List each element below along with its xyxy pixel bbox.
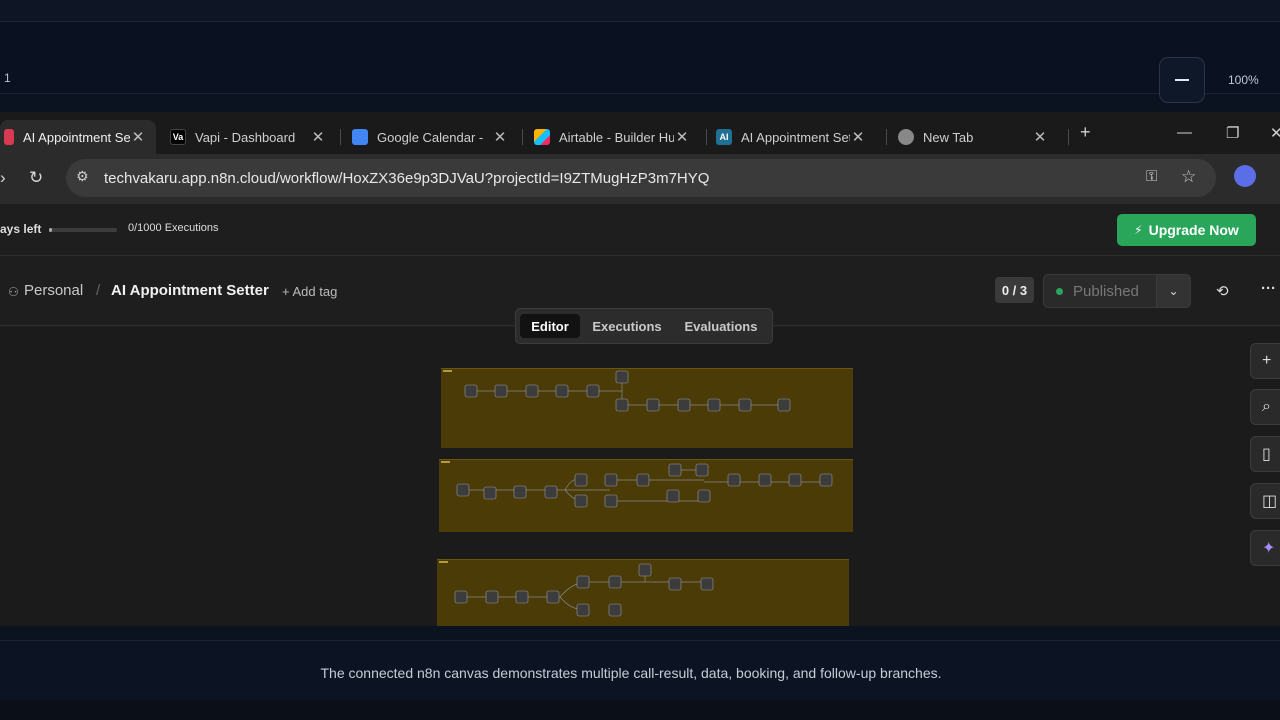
tab-vapi-dashboard[interactable]: Va Vapi - Dashboard ✕ <box>170 120 336 154</box>
close-icon[interactable]: ✕ <box>492 128 508 146</box>
tab-separator <box>522 129 523 145</box>
history-icon[interactable]: ⟲ <box>1216 282 1229 300</box>
tab-title: Vapi - Dashboard <box>195 129 296 145</box>
close-icon[interactable]: ✕ <box>1032 128 1048 146</box>
caption-bar: The connected n8n canvas demonstrates mu… <box>0 640 1280 700</box>
workflow-nodes[interactable] <box>0 327 1280 626</box>
tab-separator <box>886 129 887 145</box>
upgrade-now-button[interactable]: ⚡ Upgrade Now <box>1117 214 1256 246</box>
view-tabs: Editor Executions Evaluations <box>515 308 773 344</box>
add-tag-button[interactable]: + Add tag <box>282 284 337 299</box>
status-dot <box>1056 287 1063 295</box>
new-tab-plus-icon[interactable]: + <box>1080 122 1091 143</box>
tab-new-tab[interactable]: New Tab ✕ <box>898 120 1058 154</box>
trial-progress-fill <box>49 228 53 232</box>
tab-separator <box>340 129 341 145</box>
zoom-level: 100% <box>1228 73 1259 87</box>
chrome-icon <box>898 129 914 145</box>
window-close-icon[interactable]: ✕ <box>1270 124 1280 142</box>
tab-title: AI Appointment Setter <box>741 129 850 145</box>
more-options-icon[interactable]: ··· <box>1261 280 1276 297</box>
trial-days-left: ays left <box>0 222 42 236</box>
close-icon[interactable]: ✕ <box>674 128 690 146</box>
chevron-down-icon[interactable]: ⌄ <box>1156 274 1191 308</box>
close-icon[interactable]: ✕ <box>130 128 146 146</box>
search-icon[interactable]: ⌕ <box>1250 389 1280 425</box>
n8n-icon <box>4 129 14 145</box>
tab-evaluations[interactable]: Evaluations <box>676 314 766 338</box>
executions-count: 0/1000 Executions <box>128 222 219 234</box>
workflow-canvas[interactable]: + ⌕ ▯ ◫ ✦ <box>0 327 1280 626</box>
tab-airtable[interactable]: Airtable - Builder Hub ✕ <box>534 120 700 154</box>
breadcrumb-project[interactable]: Personal <box>24 282 83 299</box>
tab-ai-appointment-setter-2[interactable]: AI AI Appointment Setter ✕ <box>716 120 876 154</box>
tab-title: Google Calendar - <box>377 129 484 145</box>
user-icon: ⚇ <box>8 285 19 299</box>
zoom-out-button[interactable] <box>1159 57 1205 103</box>
profile-avatar[interactable] <box>1234 165 1256 187</box>
address-bar[interactable]: ⚙ techvakaru.app.n8n.cloud/workflow/HoxZ… <box>66 159 1216 197</box>
upgrade-label: Upgrade Now <box>1148 222 1239 238</box>
tab-ai-appointment-setter[interactable]: AI Appointment Setter ✕ <box>0 120 156 154</box>
tab-editor[interactable]: Editor <box>520 314 580 338</box>
tab-title: New Tab <box>923 129 974 145</box>
tab-separator <box>1068 129 1069 145</box>
caption-text: The connected n8n canvas demonstrates mu… <box>320 665 942 681</box>
plus-icon[interactable]: + <box>1250 343 1280 379</box>
airtable-icon <box>534 129 550 145</box>
breadcrumb-separator: / <box>96 282 101 299</box>
password-key-icon[interactable]: ⚿ <box>1146 168 1157 185</box>
bottom-strip <box>0 700 1280 720</box>
minimize-icon[interactable]: — <box>1177 124 1192 141</box>
reload-icon[interactable]: ↻ <box>29 168 43 188</box>
tab-title: Airtable - Builder Hub <box>559 129 674 145</box>
bookmark-star-icon[interactable]: ☆ <box>1181 167 1196 187</box>
panel-icon[interactable]: ◫ <box>1250 483 1280 519</box>
trial-bar: ays left 0/1000 Executions ⚡ Upgrade Now <box>0 204 1280 256</box>
presentation-toolbar: 1 100% <box>0 22 1280 103</box>
lightning-icon: ⚡ <box>1134 223 1143 237</box>
tab-strip: AI Appointment Setter ✕ Va Vapi - Dashbo… <box>0 112 1280 154</box>
close-icon[interactable]: ✕ <box>310 128 326 146</box>
browser-window: AI Appointment Setter ✕ Va Vapi - Dashbo… <box>0 112 1280 626</box>
forward-icon[interactable]: › <box>0 168 6 188</box>
sticky-note-icon[interactable]: ▯ <box>1250 436 1280 472</box>
vapi-icon: Va <box>170 129 186 145</box>
tab-title: AI Appointment Setter <box>23 129 130 145</box>
page-number: 1 <box>4 71 11 85</box>
ai-icon: AI <box>716 129 732 145</box>
close-icon[interactable]: ✕ <box>850 128 866 146</box>
workflow-name[interactable]: AI Appointment Setter <box>111 282 269 299</box>
trial-progress-bar <box>49 228 117 232</box>
url-text[interactable]: techvakaru.app.n8n.cloud/workflow/HoxZX3… <box>104 170 709 187</box>
publish-label: Published <box>1073 282 1139 300</box>
tab-google-calendar[interactable]: Google Calendar - ✕ <box>352 120 518 154</box>
presentation-top-strip <box>0 0 1280 22</box>
browser-toolbar: › ↻ ⚙ techvakaru.app.n8n.cloud/workflow/… <box>0 154 1280 204</box>
tab-separator <box>706 129 707 145</box>
google-calendar-icon <box>352 129 368 145</box>
tab-executions[interactable]: Executions <box>586 314 668 338</box>
site-settings-icon[interactable]: ⚙ <box>76 168 89 185</box>
active-counter-badge: 0 / 3 <box>995 277 1034 303</box>
restore-icon[interactable]: ❐ <box>1226 124 1239 142</box>
minus-icon <box>1175 79 1189 81</box>
published-button[interactable]: Published <box>1043 274 1157 308</box>
ai-sparkle-icon[interactable]: ✦ <box>1250 530 1280 566</box>
